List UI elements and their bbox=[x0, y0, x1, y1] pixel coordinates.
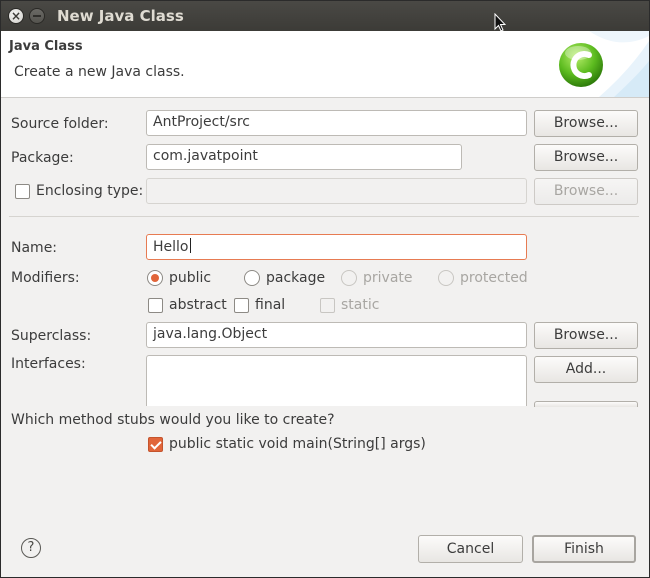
superclass-input[interactable]: java.lang.Object bbox=[146, 322, 527, 348]
banner-title: Java Class bbox=[9, 39, 83, 54]
minimize-icon bbox=[33, 15, 41, 17]
enclosing-type-input bbox=[146, 178, 527, 204]
source-folder-input[interactable]: AntProject/src bbox=[146, 110, 527, 136]
package-browse-button[interactable]: Browse... bbox=[534, 144, 638, 171]
interfaces-label: Interfaces: bbox=[11, 356, 86, 372]
main-method-label: public static void main(String[] args) bbox=[169, 436, 426, 452]
add-interface-button[interactable]: Add... bbox=[534, 356, 638, 383]
separator bbox=[9, 216, 639, 217]
modifier-private-radio bbox=[341, 270, 357, 286]
enclosing-type-browse-button: Browse... bbox=[534, 178, 638, 205]
main-method-checkbox[interactable] bbox=[148, 437, 163, 452]
java-class-wizard-icon bbox=[559, 31, 649, 97]
modifier-static-checkbox bbox=[320, 298, 335, 313]
class-name-input[interactable]: Hello bbox=[146, 234, 527, 260]
superclass-label: Superclass: bbox=[11, 328, 92, 344]
modifier-package-label: package bbox=[266, 270, 326, 286]
source-folder-browse-button[interactable]: Browse... bbox=[534, 110, 638, 137]
modifier-public-label: public bbox=[169, 270, 212, 286]
enclosing-type-checkbox[interactable] bbox=[15, 184, 30, 199]
package-label: Package: bbox=[11, 150, 74, 166]
method-stubs-question: Which method stubs would you like to cre… bbox=[11, 412, 335, 428]
modifier-private-label: private bbox=[363, 270, 413, 286]
enclosing-type-label: Enclosing type: bbox=[36, 183, 144, 199]
finish-button[interactable]: Finish bbox=[532, 535, 636, 563]
modifier-protected-radio bbox=[438, 270, 454, 286]
modifier-public-radio[interactable] bbox=[147, 270, 163, 286]
title-bar: × New Java Class bbox=[1, 1, 649, 32]
modifier-final-checkbox[interactable] bbox=[234, 298, 249, 313]
interfaces-list[interactable] bbox=[146, 355, 527, 406]
modifier-package-radio[interactable] bbox=[244, 270, 260, 286]
class-name-value: Hello bbox=[153, 239, 189, 255]
close-icon: × bbox=[10, 9, 22, 23]
help-icon[interactable]: ? bbox=[21, 538, 41, 558]
banner-description: Create a new Java class. bbox=[14, 64, 185, 80]
modifier-final-label: final bbox=[255, 297, 286, 313]
superclass-browse-button[interactable]: Browse... bbox=[534, 322, 638, 349]
wizard-banner: Java Class Create a new Java class. bbox=[1, 31, 649, 98]
text-caret bbox=[189, 238, 191, 253]
modifier-static-label: static bbox=[341, 297, 380, 313]
minimize-window-button[interactable] bbox=[29, 8, 45, 24]
new-java-class-dialog: × New Java Class Java Class Create a new… bbox=[0, 0, 650, 578]
close-window-button[interactable]: × bbox=[8, 8, 24, 24]
cancel-button[interactable]: Cancel bbox=[418, 535, 523, 563]
modifiers-label: Modifiers: bbox=[11, 270, 80, 286]
name-label: Name: bbox=[11, 240, 58, 256]
modifier-protected-label: protected bbox=[460, 270, 528, 286]
mouse-cursor-icon bbox=[494, 13, 506, 32]
remove-interface-button[interactable] bbox=[534, 401, 638, 407]
window-title: New Java Class bbox=[57, 7, 184, 25]
modifier-abstract-checkbox[interactable] bbox=[148, 298, 163, 313]
modifier-abstract-label: abstract bbox=[169, 297, 227, 313]
source-folder-label: Source folder: bbox=[11, 116, 109, 132]
package-input[interactable]: com.javatpoint bbox=[146, 144, 462, 170]
